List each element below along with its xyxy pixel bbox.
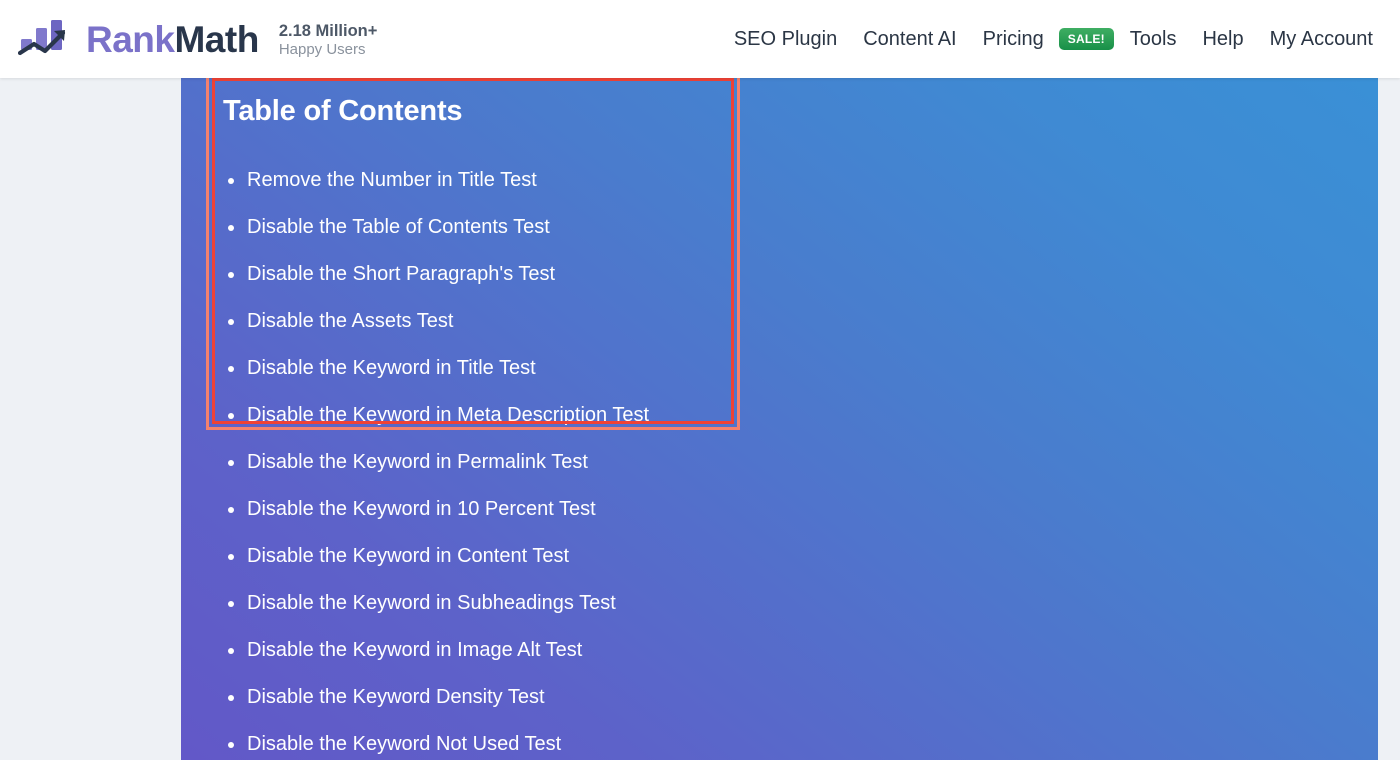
toc-item-label: Disable the Keyword in Title Test (247, 357, 536, 379)
toc-item[interactable]: Disable the Keyword in 10 Percent Test (223, 486, 649, 533)
nav-pricing[interactable]: Pricing (970, 29, 1057, 49)
toc-item-label: Disable the Keyword in Subheadings Test (247, 592, 616, 614)
toc-item[interactable]: Disable the Keyword in Permalink Test (223, 439, 649, 486)
toc-item[interactable]: Disable the Keyword in Title Test (223, 345, 649, 392)
toc-list: Remove the Number in Title Test Disable t… (223, 157, 649, 760)
toc-item[interactable]: Disable the Keyword Not Used Test (223, 721, 649, 760)
users-count: 2.18 Million+ (278, 21, 378, 40)
bullet-icon (228, 365, 234, 372)
toc-title: Table of Contents (223, 95, 463, 127)
brand-math-text: Math (174, 18, 259, 60)
toc-item-label: Disable the Keyword in Meta Description … (247, 404, 650, 426)
toc-item-label: Disable the Keyword in Image Alt Test (247, 639, 583, 661)
bullet-icon (228, 694, 234, 701)
brand-wordmark: RankMath (86, 21, 259, 58)
brand-rank-text: Rank (86, 18, 175, 60)
toc-item[interactable]: Disable the Keyword in Image Alt Test (223, 627, 649, 674)
toc-item[interactable]: Disable the Keyword in Meta Description … (223, 392, 649, 439)
toc-item[interactable]: Disable the Short Paragraph's Test (223, 251, 649, 298)
nav-content-ai[interactable]: Content AI (850, 29, 969, 49)
bullet-icon (228, 224, 234, 231)
nav-help[interactable]: Help (1189, 29, 1256, 49)
bullet-icon (228, 271, 234, 278)
sale-badge[interactable]: SALE! (1058, 28, 1114, 50)
happy-users-block: 2.18 Million+ Happy Users (279, 20, 378, 58)
toc-item-label: Disable the Keyword in Permalink Test (247, 451, 588, 473)
bullet-icon (228, 459, 234, 466)
main-navigation: SEO Plugin Content AI Pricing SALE! Tool… (721, 0, 1386, 78)
bullet-icon (228, 741, 234, 748)
bullet-icon (228, 600, 234, 607)
toc-item[interactable]: Disable the Table of Contents Test (223, 204, 649, 251)
toc-item-label: Disable the Assets Test (247, 310, 454, 332)
toc-item-label: Remove the Number in Title Test (247, 169, 537, 191)
rankmath-bar-chart-arrow-logo-icon (18, 20, 66, 56)
nav-tools[interactable]: Tools (1117, 29, 1190, 49)
page-root: RankMath 2.18 Million+ Happy Users SEO P… (0, 0, 1400, 760)
toc-item[interactable]: Disable the Assets Test (223, 298, 649, 345)
site-header: RankMath 2.18 Million+ Happy Users SEO P… (0, 0, 1400, 78)
nav-seo-plugin[interactable]: SEO Plugin (721, 29, 850, 49)
toc-item[interactable]: Remove the Number in Title Test (223, 157, 649, 204)
nav-my-account[interactable]: My Account (1257, 29, 1386, 49)
toc-item[interactable]: Disable the Keyword in Subheadings Test (223, 580, 649, 627)
toc-item-label: Disable the Keyword in Content Test (247, 545, 570, 567)
toc-item[interactable]: Disable the Keyword in Content Test (223, 533, 649, 580)
toc-item[interactable]: Disable the Keyword Density Test (223, 674, 649, 721)
toc-item-label: Disable the Short Paragraph's Test (247, 263, 556, 285)
bullet-icon (228, 412, 234, 419)
toc-item-label: Disable the Keyword Not Used Test (247, 733, 562, 755)
toc-item-label: Disable the Table of Contents Test (247, 216, 550, 238)
bullet-icon (228, 553, 234, 560)
toc-item-label: Disable the Keyword Density Test (247, 686, 545, 708)
bullet-icon (228, 506, 234, 513)
bullet-icon (228, 177, 234, 184)
bullet-icon (228, 318, 234, 325)
content-area: Table of Contents Remove the Number in T… (0, 78, 1400, 760)
bullet-icon (228, 647, 234, 654)
toc-item-label: Disable the Keyword in 10 Percent Test (247, 498, 596, 520)
brand-block[interactable]: RankMath (18, 17, 259, 61)
nav-pricing-group: Pricing SALE! (970, 28, 1117, 50)
users-label: Happy Users (278, 40, 366, 58)
